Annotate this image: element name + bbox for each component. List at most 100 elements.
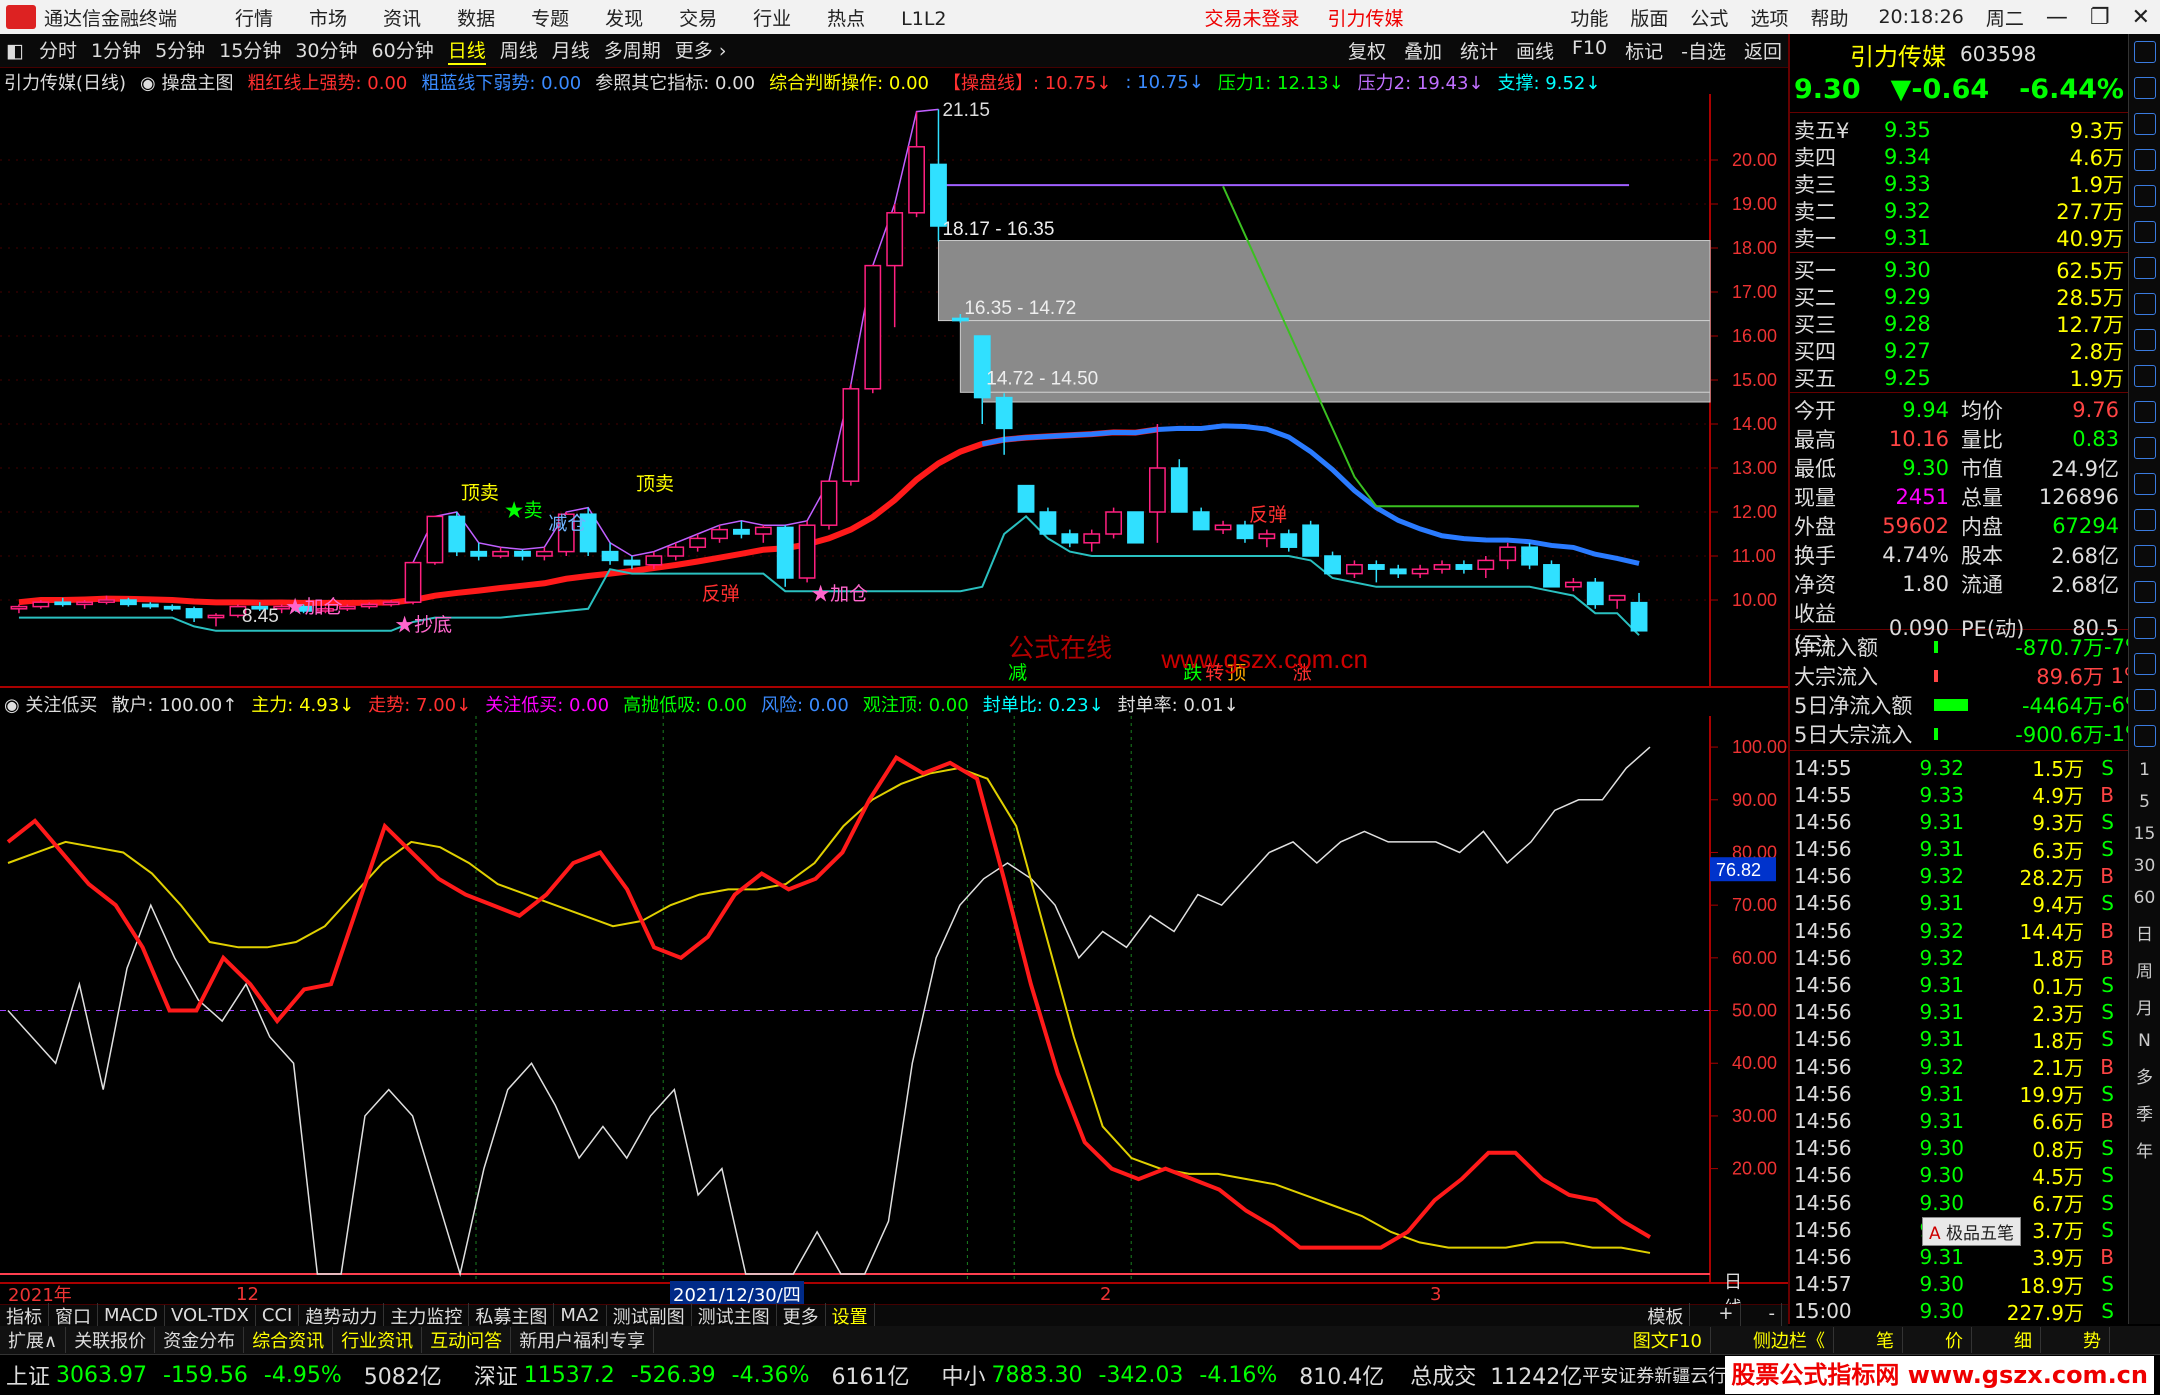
indicator-tab[interactable]: 主力监控 bbox=[384, 1302, 470, 1329]
bid-row[interactable]: 买四 9.27 2.8万 bbox=[1790, 336, 2128, 364]
tool-7[interactable]: 返回 bbox=[1744, 37, 1782, 64]
template-button[interactable]: - bbox=[1763, 1302, 1782, 1329]
ask-row[interactable]: 卖五¥ 9.35 9.3万 bbox=[1790, 115, 2128, 143]
sidebar-tool-icon[interactable] bbox=[2133, 293, 2156, 315]
menu-8[interactable]: 热点 bbox=[827, 8, 865, 30]
menu-6[interactable]: 交易 bbox=[679, 8, 717, 30]
period-tab-4[interactable]: 30分钟 bbox=[295, 36, 357, 65]
ext-right-tab[interactable]: 价 bbox=[1937, 1327, 1972, 1353]
sidebar-period[interactable]: 季 bbox=[2136, 1100, 2153, 1125]
toggle-icon[interactable]: ◧ bbox=[6, 40, 24, 62]
template-button[interactable]: + bbox=[1712, 1302, 1741, 1329]
period-tab-7[interactable]: 周线 bbox=[500, 36, 538, 65]
status-1[interactable]: 引力传媒 bbox=[1328, 8, 1404, 30]
bid-row[interactable]: 买二 9.29 28.5万 bbox=[1790, 282, 2128, 310]
ext-right-tab[interactable]: 侧边栏《 bbox=[1745, 1327, 1834, 1353]
period-tab-0[interactable]: 分时 bbox=[39, 36, 77, 65]
menu-5[interactable]: 发现 bbox=[605, 8, 643, 30]
indicator-tab[interactable]: VOL-TDX bbox=[165, 1305, 256, 1326]
sidebar-period[interactable]: 5 bbox=[2139, 792, 2150, 812]
indicator-tab[interactable]: 窗口 bbox=[49, 1302, 98, 1329]
tool-5[interactable]: 标记 bbox=[1625, 37, 1663, 64]
sidebar-tool-icon[interactable] bbox=[2133, 113, 2156, 135]
sidebar-tool-icon[interactable] bbox=[2133, 401, 2156, 423]
close-icon[interactable]: ✕ bbox=[2132, 5, 2150, 30]
sidebar-tool-icon[interactable] bbox=[2133, 725, 2156, 747]
menu-3[interactable]: 数据 bbox=[457, 8, 495, 30]
indicator-tab[interactable]: 私募主图 bbox=[469, 1302, 555, 1329]
sidebar-period[interactable]: 周 bbox=[2136, 957, 2153, 982]
ask-row[interactable]: 卖三 9.33 1.9万 bbox=[1790, 169, 2128, 197]
main-formula-name[interactable]: ◉ 操盘主图 bbox=[140, 69, 233, 95]
indicator-tab[interactable]: 测试主图 bbox=[692, 1302, 777, 1329]
ext-tab[interactable]: 扩展∧ bbox=[0, 1327, 67, 1353]
index-name[interactable]: 深证 bbox=[474, 1359, 518, 1391]
tool-2[interactable]: 统计 bbox=[1460, 37, 1498, 64]
ext-tab[interactable]: 关联报价 bbox=[66, 1327, 156, 1353]
sidebar-tool-icon[interactable] bbox=[2133, 509, 2156, 531]
right-menu-2[interactable]: 公式 bbox=[1690, 4, 1728, 31]
tool-0[interactable]: 复权 bbox=[1348, 37, 1386, 64]
sidebar-period[interactable]: 多 bbox=[2136, 1063, 2153, 1088]
tool-1[interactable]: 叠加 bbox=[1404, 37, 1442, 64]
sidebar-period[interactable]: 年 bbox=[2136, 1137, 2153, 1162]
bid-row[interactable]: 买一 9.30 62.5万 bbox=[1790, 255, 2128, 283]
indicator-tab[interactable]: 指标 bbox=[0, 1302, 49, 1329]
indicator-tab[interactable]: 设置 bbox=[826, 1302, 875, 1329]
menu-4[interactable]: 专题 bbox=[531, 8, 569, 30]
sidebar-tool-icon[interactable] bbox=[2133, 221, 2156, 243]
ext-tab[interactable]: 资金分布 bbox=[155, 1327, 245, 1353]
sidebar-tool-icon[interactable] bbox=[2133, 185, 2156, 207]
right-menu-4[interactable]: 帮助 bbox=[1810, 4, 1848, 31]
tool-4[interactable]: F10 bbox=[1572, 37, 1607, 64]
indicator-tab[interactable]: 更多 bbox=[777, 1302, 826, 1329]
index-name[interactable]: 中小 bbox=[942, 1359, 986, 1391]
sub-formula-name[interactable]: ◉ 关注低买 bbox=[4, 691, 97, 717]
indicator-tab[interactable]: 趋势动力 bbox=[299, 1302, 385, 1329]
ext-tab[interactable]: 互动问答 bbox=[422, 1327, 512, 1353]
period-tab-10[interactable]: 更多 › bbox=[675, 36, 727, 65]
ext-right-tab[interactable]: 笔 bbox=[1868, 1327, 1903, 1353]
sidebar-period[interactable]: 1 bbox=[2139, 760, 2150, 780]
indicator-tab[interactable]: 测试副图 bbox=[607, 1302, 692, 1329]
period-tab-2[interactable]: 5分钟 bbox=[155, 36, 205, 65]
indicator-chart[interactable]: 100.0090.0080.0070.0060.0050.0040.0030.0… bbox=[0, 716, 1788, 1284]
sidebar-tool-icon[interactable] bbox=[2133, 77, 2156, 99]
sidebar-tool-icon[interactable] bbox=[2133, 689, 2156, 711]
sidebar-tool-icon[interactable] bbox=[2133, 437, 2156, 459]
sidebar-tool-icon[interactable] bbox=[2133, 545, 2156, 567]
period-tab-8[interactable]: 月线 bbox=[552, 36, 590, 65]
ext-tab[interactable]: 新用户福利专享 bbox=[511, 1327, 655, 1353]
status-0[interactable]: 交易未登录 bbox=[1205, 8, 1300, 30]
indicator-tab[interactable]: CCI bbox=[256, 1305, 300, 1326]
sidebar-tool-icon[interactable] bbox=[2133, 473, 2156, 495]
bid-row[interactable]: 买五 9.25 1.9万 bbox=[1790, 363, 2128, 391]
sidebar-tool-icon[interactable] bbox=[2133, 41, 2156, 63]
sidebar-period[interactable]: N bbox=[2138, 1031, 2151, 1051]
sidebar-tool-icon[interactable] bbox=[2133, 365, 2156, 387]
sidebar-tool-icon[interactable] bbox=[2133, 581, 2156, 603]
sidebar-period[interactable]: 月 bbox=[2136, 994, 2153, 1019]
period-tab-6[interactable]: 日线 bbox=[447, 36, 486, 65]
period-tab-3[interactable]: 15分钟 bbox=[219, 36, 281, 65]
period-tab-9[interactable]: 多周期 bbox=[604, 36, 661, 65]
candlestick-chart[interactable]: 20.00 19.00 18.00 17.00 16.00 15.00 14.00 13.00… bbox=[0, 94, 1788, 688]
ask-row[interactable]: 卖一 9.31 40.9万 bbox=[1790, 223, 2128, 251]
ext-right-tab[interactable]: 图文F10 bbox=[1625, 1327, 1711, 1353]
tool-6[interactable]: -自选 bbox=[1681, 37, 1726, 64]
right-menu-0[interactable]: 功能 bbox=[1570, 4, 1608, 31]
ext-tab[interactable]: 综合资讯 bbox=[244, 1327, 334, 1353]
ext-right-tab[interactable]: 势 bbox=[2075, 1327, 2110, 1353]
indicator-tab[interactable]: MA2 bbox=[554, 1305, 607, 1326]
menu-9[interactable]: L1L2 bbox=[901, 8, 946, 30]
bid-row[interactable]: 买三 9.28 12.7万 bbox=[1790, 309, 2128, 337]
ext-right-tab[interactable]: 细 bbox=[2006, 1327, 2041, 1353]
sidebar-tool-icon[interactable] bbox=[2133, 329, 2156, 351]
sidebar-period[interactable]: 30 bbox=[2134, 856, 2156, 876]
maximize-icon[interactable]: ❐ bbox=[2090, 5, 2110, 30]
ime-float-button[interactable]: A 极品五笔 bbox=[1922, 1217, 2022, 1246]
ask-row[interactable]: 卖二 9.32 27.7万 bbox=[1790, 196, 2128, 224]
period-tab-1[interactable]: 1分钟 bbox=[91, 36, 141, 65]
sidebar-tool-icon[interactable] bbox=[2133, 149, 2156, 171]
sidebar-period[interactable]: 15 bbox=[2134, 824, 2156, 844]
